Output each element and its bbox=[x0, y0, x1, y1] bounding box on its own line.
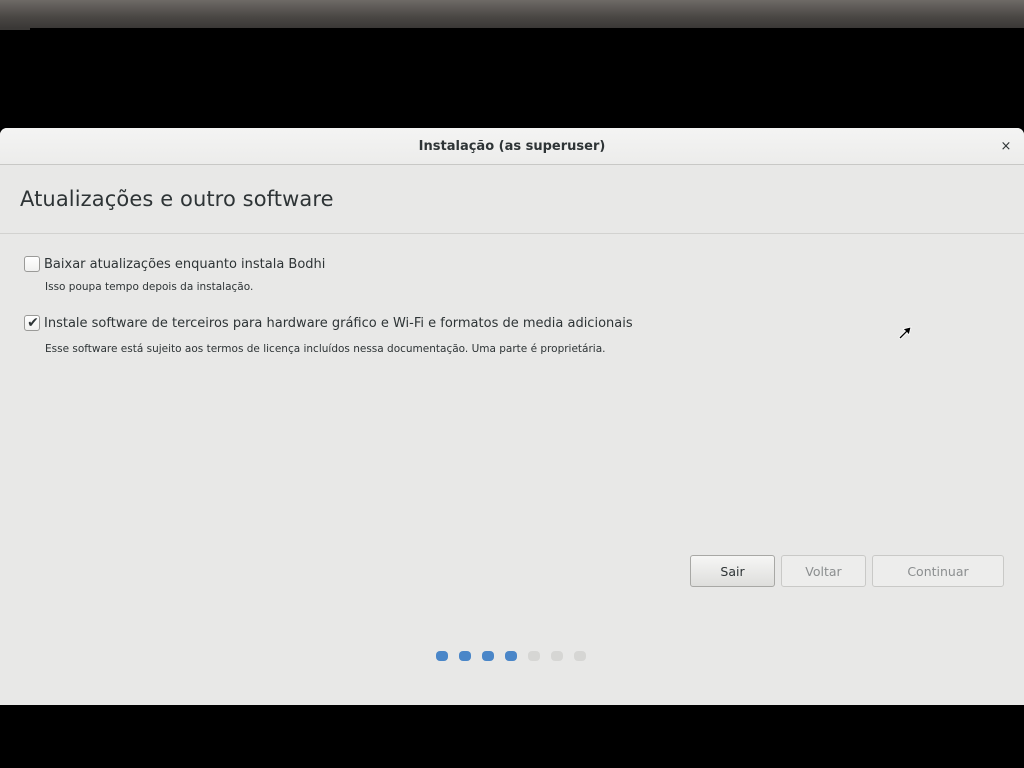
page-header: Atualizações e outro software bbox=[0, 165, 1024, 234]
progress-dot bbox=[574, 651, 586, 661]
third-party-label[interactable]: Instale software de terceiros para hardw… bbox=[44, 316, 633, 331]
option-download-updates: Baixar atualizações enquanto instala Bod… bbox=[24, 256, 325, 293]
progress-dot bbox=[459, 651, 471, 661]
progress-dot bbox=[528, 651, 540, 661]
continue-button[interactable]: Continuar bbox=[872, 555, 1004, 587]
option-third-party-software: ✔ Instale software de terceiros para har… bbox=[24, 315, 633, 355]
quit-button[interactable]: Sair bbox=[690, 555, 775, 587]
progress-dot bbox=[436, 651, 448, 661]
progress-dot bbox=[505, 651, 517, 661]
back-button[interactable]: Voltar bbox=[781, 555, 866, 587]
download-updates-checkbox[interactable] bbox=[24, 256, 40, 272]
third-party-checkbox[interactable]: ✔ bbox=[24, 315, 40, 331]
screen: Instalação (as superuser) × Atualizações… bbox=[0, 0, 1024, 768]
progress-dot bbox=[551, 651, 563, 661]
third-party-description: Esse software está sujeito aos termos de… bbox=[45, 343, 606, 355]
download-updates-description: Isso poupa tempo depois da instalação. bbox=[45, 281, 254, 293]
window-title: Instalação (as superuser) bbox=[418, 139, 606, 154]
progress-dot bbox=[482, 651, 494, 661]
step-progress-indicator bbox=[436, 651, 597, 661]
window-titlebar[interactable]: Instalação (as superuser) × bbox=[0, 128, 1024, 165]
close-icon: × bbox=[1000, 138, 1012, 154]
checkmark-icon: ✔ bbox=[27, 315, 39, 331]
close-button[interactable]: × bbox=[998, 137, 1014, 155]
mouse-pointer-icon bbox=[898, 326, 912, 340]
download-updates-label[interactable]: Baixar atualizações enquanto instala Bod… bbox=[44, 257, 325, 272]
top-panel bbox=[0, 0, 1024, 30]
installer-window: Instalação (as superuser) × Atualizações… bbox=[0, 128, 1024, 705]
page-title: Atualizações e outro software bbox=[20, 187, 334, 211]
